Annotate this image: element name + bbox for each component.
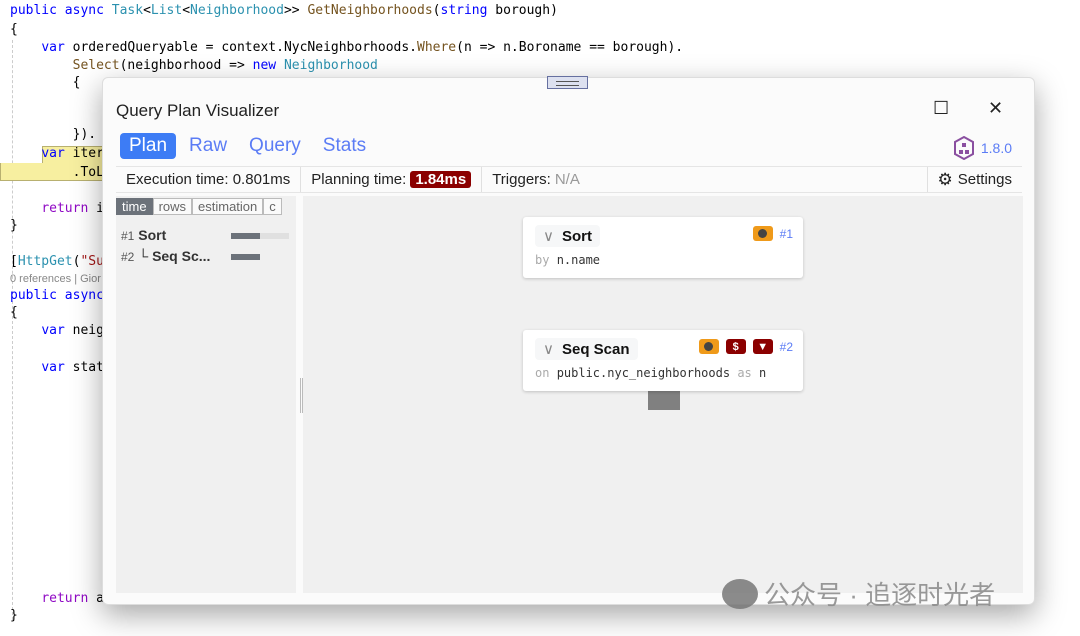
triggers-label: Triggers: [492, 171, 551, 188]
code-line: { [10, 305, 18, 320]
node-detail: on public.nyc_neighborhoods as n [535, 366, 767, 380]
metric-cost-button[interactable]: c [263, 198, 282, 215]
code-line: .ToL [10, 165, 104, 180]
code-line: { [10, 22, 18, 37]
drag-handle[interactable] [547, 76, 588, 89]
version[interactable]: 1.8.0 [953, 136, 1012, 160]
planning-label: Planning time: [311, 171, 407, 188]
code-line: Select(neighborhood => new Neighborhood [72, 58, 378, 73]
node-title[interactable]: ∨ Sort [535, 225, 600, 247]
info-bar: Execution time: 0.801ms Planning time: 1.… [116, 166, 1022, 193]
wechat-logo-icon [722, 578, 758, 609]
list-item[interactable]: #1 Sort [121, 227, 166, 243]
code-line: { [10, 75, 81, 90]
planning-badge: 1.84ms [410, 171, 472, 188]
watermark: 公众号 · 追逐时光者 [722, 575, 995, 612]
pev-logo-icon [953, 136, 974, 160]
dollar-icon: $ [725, 339, 746, 354]
metric-estimation-button[interactable]: estimation [192, 198, 264, 215]
code-line: public async Task<List<Neighborhood>> Ge… [10, 3, 558, 18]
clock-icon [698, 339, 719, 354]
node-title[interactable]: ∨ Seq Scan [535, 338, 638, 360]
filter-icon: ▼ [752, 339, 773, 354]
code-line: public async [10, 288, 104, 303]
plan-node-sort[interactable]: ∨ Sort #1 by n.name [523, 217, 803, 278]
settings-button[interactable]: ⚙ Settings [926, 167, 1022, 192]
window-title: Query Plan Visualizer [116, 101, 280, 120]
node-id: #2 [779, 339, 793, 354]
code-line: var orderedQueryable = context.NycNeighb… [41, 40, 684, 55]
tab-stats[interactable]: Stats [314, 133, 375, 159]
metric-switch: time rows estimation c [116, 198, 296, 215]
code-line: }). [10, 127, 97, 142]
tab-query[interactable]: Query [240, 133, 310, 159]
time-bar [231, 233, 289, 239]
code-line: return a [41, 591, 104, 606]
maximize-icon[interactable]: ☐ [933, 98, 949, 119]
list-item[interactable]: #2 └ Seq Sc... [121, 248, 210, 264]
execution-time: Execution time: 0.801ms [116, 167, 302, 192]
chevron-down-icon[interactable]: ∨ [543, 228, 554, 245]
clock-icon [752, 226, 773, 241]
tab-raw[interactable]: Raw [180, 133, 236, 159]
code-line: var iter [41, 146, 104, 161]
version-label: 1.8.0 [980, 140, 1012, 156]
planning-time: Planning time: 1.84ms [301, 167, 483, 192]
time-bar [231, 254, 289, 260]
chevron-down-icon[interactable]: ∨ [543, 341, 554, 358]
code-line: var stat [41, 360, 104, 375]
execution-value: 0.801ms [232, 171, 291, 188]
plan-node-seq-scan[interactable]: ∨ Seq Scan $ ▼ #2 on public.nyc_neighborhoo… [523, 330, 803, 391]
tab-plan[interactable]: Plan [120, 133, 177, 159]
code-line: } [10, 218, 18, 233]
code-line: } [10, 608, 18, 623]
execution-label: Execution time: [126, 171, 229, 188]
triggers-value: N/A [554, 171, 580, 188]
tab-bar: Plan Raw Query Stats [120, 133, 375, 159]
code-line: 0 references | Gior [10, 273, 101, 285]
code-line: return i [41, 201, 104, 216]
node-list-panel: time rows estimation c #1 Sort #2 └ Seq … [116, 196, 296, 593]
settings-label: Settings [957, 171, 1012, 188]
plan-canvas[interactable]: ∨ Sort #1 by n.name ∨ Seq Scan $ ▼ #2 on pub… [303, 196, 1023, 593]
metric-time-button[interactable]: time [116, 198, 153, 215]
code-line: var neig [41, 323, 104, 338]
close-icon[interactable]: ✕ [988, 98, 1003, 119]
triggers: Triggers: N/A [482, 167, 590, 192]
node-id: #1 [779, 226, 793, 241]
code-line: [HttpGet("Su [10, 254, 104, 269]
metric-rows-button[interactable]: rows [152, 198, 193, 215]
query-plan-window: Query Plan Visualizer ☐ ✕ Plan Raw Query… [102, 77, 1035, 605]
node-detail: by n.name [535, 253, 601, 267]
gear-icon: ⚙ [937, 169, 953, 189]
